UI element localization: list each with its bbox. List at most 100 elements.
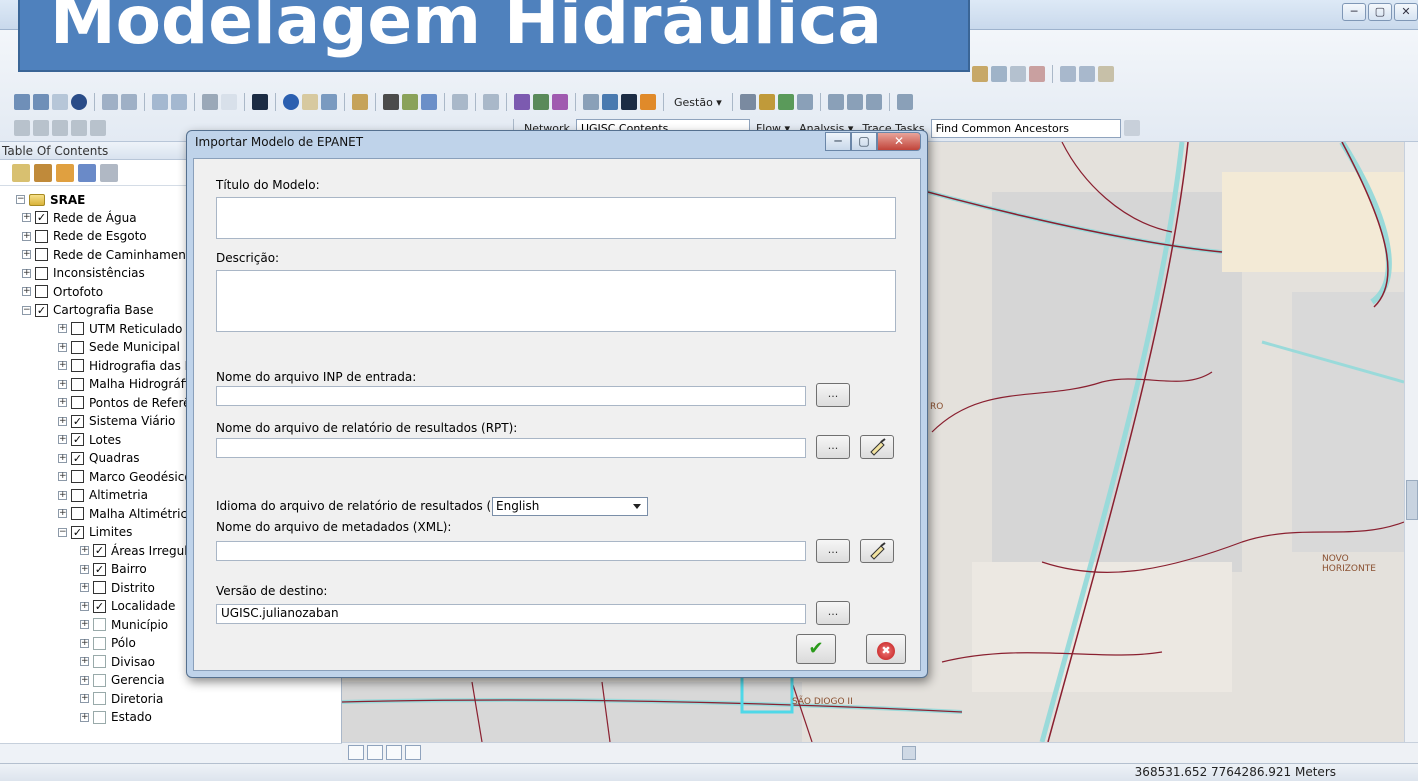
- expand-icon[interactable]: +: [80, 675, 89, 685]
- expand-icon[interactable]: +: [80, 620, 89, 629]
- expand-icon[interactable]: +: [58, 361, 67, 370]
- layer-visibility-checkbox[interactable]: [71, 340, 84, 354]
- gestao-tool-6-icon[interactable]: [846, 94, 863, 110]
- select-features-icon[interactable]: [202, 94, 218, 110]
- toc-layer-item[interactable]: + Pólo: [80, 634, 136, 653]
- network-tool-3-icon[interactable]: [552, 94, 568, 110]
- layer-visibility-checkbox[interactable]: ✓: [35, 303, 48, 317]
- solve-icon[interactable]: [1123, 120, 1140, 136]
- network-tool-1-icon[interactable]: [514, 94, 530, 110]
- toc-layer-item[interactable]: + Rede de Caminhamento: [22, 245, 198, 264]
- expand-icon[interactable]: +: [58, 324, 67, 333]
- html-popup-icon[interactable]: [321, 94, 337, 110]
- expand-icon[interactable]: +: [58, 453, 67, 463]
- toc-layer-item[interactable]: + ✓ Quadras: [58, 449, 140, 468]
- toc-layer-item[interactable]: + ✓ Bairro: [80, 560, 147, 579]
- xml-file-input[interactable]: [216, 541, 806, 561]
- gestao-tool-4-icon[interactable]: [796, 94, 813, 110]
- rpt-clear-button[interactable]: [860, 435, 894, 459]
- window-maximize-button[interactable]: ▢: [1368, 3, 1392, 21]
- version-browse-button[interactable]: ...: [816, 601, 850, 625]
- find-route-icon[interactable]: [402, 94, 418, 110]
- layer-visibility-checkbox[interactable]: [71, 470, 84, 483]
- expand-icon[interactable]: +: [58, 398, 67, 407]
- xml-browse-button[interactable]: ...: [816, 539, 850, 563]
- list-by-selection-icon[interactable]: [78, 163, 96, 182]
- dialog-minimize-button[interactable]: ─: [825, 132, 851, 151]
- toc-layer-item[interactable]: + ✓ Localidade: [80, 597, 175, 616]
- collapse-icon[interactable]: −: [16, 195, 25, 204]
- expand-icon[interactable]: +: [22, 250, 31, 259]
- layer-visibility-checkbox[interactable]: ✓: [71, 414, 84, 428]
- layer-visibility-checkbox[interactable]: [93, 618, 106, 631]
- expand-icon[interactable]: +: [22, 287, 31, 296]
- topology-tool-5-icon[interactable]: [90, 120, 106, 136]
- layer-visibility-checkbox[interactable]: [71, 377, 84, 391]
- expand-icon[interactable]: +: [80, 638, 89, 648]
- gestao-tool-2-icon[interactable]: [758, 94, 775, 110]
- cancel-button[interactable]: ✖: [866, 634, 906, 664]
- ok-button[interactable]: ✔: [796, 634, 836, 664]
- properties-icon[interactable]: [1098, 66, 1114, 82]
- toc-layer-item[interactable]: + Malha Hidrográfica: [58, 375, 202, 394]
- toc-layer-item[interactable]: + Município: [80, 615, 168, 634]
- layer-visibility-checkbox[interactable]: [71, 322, 84, 335]
- gestao-tool-5-icon[interactable]: [827, 94, 844, 110]
- toc-layer-item[interactable]: + UTM Reticulado: [58, 319, 182, 338]
- layer-visibility-checkbox[interactable]: [71, 507, 84, 520]
- measure-icon[interactable]: [352, 94, 368, 110]
- topology-tool-1-icon[interactable]: [14, 120, 30, 136]
- layer-visibility-checkbox[interactable]: [71, 396, 84, 409]
- toc-layer-item[interactable]: + Divisao: [80, 652, 155, 671]
- map-horizontal-scroll-thumb[interactable]: [902, 746, 916, 760]
- select-elements-icon[interactable]: [252, 94, 268, 110]
- gestao-menu[interactable]: Gestão ▾: [671, 96, 725, 109]
- pointer-icon[interactable]: [621, 94, 637, 110]
- fixed-zoom-out-icon[interactable]: [121, 94, 137, 110]
- dialog-close-button[interactable]: ✕: [877, 132, 921, 151]
- layer-visibility-checkbox[interactable]: [35, 266, 48, 280]
- topology-tool-2-icon[interactable]: [33, 120, 49, 136]
- map-horizontal-scrollbar[interactable]: [342, 742, 1418, 763]
- time-slider-icon[interactable]: [452, 94, 468, 110]
- layer-visibility-checkbox[interactable]: ✓: [93, 562, 106, 576]
- toc-layer-item[interactable]: + Diretoria: [80, 689, 163, 708]
- layer-visibility-checkbox[interactable]: ✓: [35, 211, 48, 224]
- topology-tool-3-icon[interactable]: [52, 120, 68, 136]
- layer-visibility-checkbox[interactable]: ✓: [71, 525, 84, 539]
- expand-icon[interactable]: +: [80, 564, 89, 574]
- layout-view-button[interactable]: [367, 745, 383, 760]
- back-extent-icon[interactable]: [152, 94, 168, 110]
- toc-layer-item[interactable]: + Malha Altimétrica: [58, 504, 194, 523]
- layer-visibility-checkbox[interactable]: [93, 710, 106, 724]
- toc-layer-item[interactable]: + Estado: [80, 708, 152, 727]
- topology-tool-4-icon[interactable]: [71, 120, 87, 136]
- data-view-button[interactable]: [348, 745, 364, 760]
- forward-extent-icon[interactable]: [171, 94, 187, 110]
- diamond-icon[interactable]: [640, 94, 656, 110]
- expand-icon[interactable]: +: [58, 435, 67, 444]
- viewer-icon[interactable]: [483, 94, 499, 110]
- toc-layer-item[interactable]: + Rede de Esgoto: [22, 227, 147, 246]
- toc-layer-item[interactable]: + ✓ Lotes: [58, 430, 121, 449]
- gestao-tool-1-icon[interactable]: [739, 94, 756, 110]
- go-to-xy-icon[interactable]: [421, 94, 437, 110]
- expand-icon[interactable]: +: [58, 472, 67, 481]
- layer-visibility-checkbox[interactable]: ✓: [71, 451, 84, 465]
- expand-icon[interactable]: +: [22, 231, 31, 241]
- layer-visibility-checkbox[interactable]: [71, 359, 84, 372]
- toc-layer-item[interactable]: + ✓ Rede de Água: [22, 208, 137, 227]
- expand-icon[interactable]: +: [58, 379, 67, 389]
- full-extent-icon[interactable]: [71, 94, 87, 110]
- expand-icon[interactable]: +: [80, 546, 89, 555]
- identify-icon[interactable]: [283, 94, 299, 110]
- list-by-source-icon[interactable]: [34, 163, 52, 182]
- layer-visibility-checkbox[interactable]: [93, 655, 106, 668]
- toc-layer-item[interactable]: + Ortofoto: [22, 282, 103, 301]
- layer-visibility-checkbox[interactable]: [35, 285, 48, 298]
- envelope-icon[interactable]: [583, 94, 599, 110]
- toc-layer-item[interactable]: − ✓ Limites: [58, 523, 132, 542]
- gestao-tool-3-icon[interactable]: [777, 94, 794, 110]
- layer-visibility-checkbox[interactable]: [35, 248, 48, 261]
- clear-selection-icon[interactable]: [221, 94, 237, 110]
